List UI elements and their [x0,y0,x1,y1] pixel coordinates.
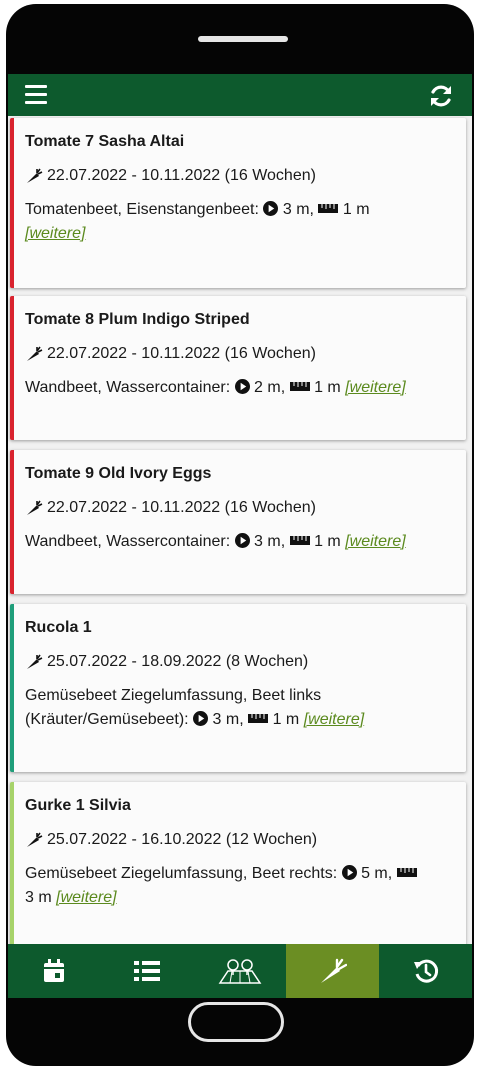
card-title: Tomate 9 Old Ivory Eggs [25,465,212,482]
plant-distance: 3 m [25,889,52,906]
hamburger-menu-icon[interactable] [25,85,47,105]
row-distance-icon [263,201,279,216]
carrot-icon [27,346,43,361]
map-icon [218,959,262,984]
ruler-icon [289,382,310,391]
row-distance-icon [341,865,357,880]
calendar-icon [44,959,65,982]
row-distance: 3 m, [254,533,286,550]
history-icon [413,959,438,983]
ruler-icon [318,204,339,213]
home-button[interactable] [188,1002,284,1042]
more-link[interactable]: [weitere] [56,889,116,906]
card-title: Rucola 1 [25,619,92,636]
card-dates: 22.07.2022 - 10.11.2022 (16 Wochen) [47,167,316,184]
card-location: Tomatenbeet, Eisenstangenbeet: [25,201,259,218]
ruler-icon [289,536,310,545]
nav-map[interactable] [194,944,287,998]
card-location: Wandbeet, Wassercontainer: [25,379,231,396]
carrot-icon [320,958,347,983]
card-dates: 22.07.2022 - 10.11.2022 (16 Wochen) [47,499,316,516]
list-item[interactable]: Gurke 1 Silvia 25.07.2022 - 16.10.2022 (… [10,782,466,944]
card-title: Tomate 7 Sasha Altai [25,133,185,150]
list-item[interactable]: Tomate 7 Sasha Altai 22.07.2022 - 10.11.… [10,118,466,288]
plant-distance: 1 m [272,711,300,728]
more-link[interactable]: [weitere] [25,225,85,242]
app-screen: Tomate 7 Sasha Altai 22.07.2022 - 10.11.… [8,74,472,998]
carrot-icon [27,168,43,183]
planting-list: Tomate 7 Sasha Altai 22.07.2022 - 10.11.… [8,116,472,944]
more-link[interactable]: [weitere] [304,711,364,728]
phone-frame: Tomate 7 Sasha Altai 22.07.2022 - 10.11.… [6,4,474,1066]
ruler-icon [396,868,417,877]
list-item[interactable]: Tomate 8 Plum Indigo Striped 22.07.2022 … [10,296,466,440]
more-link[interactable]: [weitere] [345,533,405,550]
card-location: Gemüsebeet Ziegelumfassung, Beet rechts: [25,865,338,882]
card-title: Tomate 8 Plum Indigo Striped [25,311,250,328]
card-dates: 22.07.2022 - 10.11.2022 (16 Wochen) [47,345,316,362]
plant-distance: 1 m [314,533,341,550]
list-item[interactable]: Tomate 9 Old Ivory Eggs 22.07.2022 - 10.… [10,450,466,594]
nav-list[interactable] [101,944,194,998]
top-app-bar [8,74,472,116]
row-distance-icon [234,533,250,548]
list-icon [134,961,161,981]
bottom-navigation [8,944,472,998]
plant-distance: 1 m [342,201,370,218]
nav-history[interactable] [379,944,472,998]
ruler-icon [248,714,269,723]
carrot-icon [27,832,43,847]
nav-plants[interactable] [286,944,380,998]
card-dates: 25.07.2022 - 18.09.2022 (8 Wochen) [47,653,309,670]
carrot-icon [27,500,43,515]
card-dates: 25.07.2022 - 16.10.2022 (12 Wochen) [47,831,318,848]
row-distance-icon [234,379,250,394]
sync-icon[interactable] [428,83,454,109]
more-link[interactable]: [weitere] [345,379,405,396]
nav-calendar[interactable] [8,944,101,998]
carrot-icon [27,654,43,669]
row-distance: 3 m, [282,201,314,218]
phone-speaker [198,36,288,42]
card-location: Wandbeet, Wassercontainer: [25,533,231,550]
card-location: Gemüsebeet Ziegelumfassung, Beet links [25,687,322,704]
row-distance-icon [193,711,209,726]
row-distance: 5 m, [361,865,393,882]
list-item[interactable]: Rucola 1 25.07.2022 - 18.09.2022 (8 Woch… [10,604,466,772]
card-location-cont: (Kräuter/Gemüsebeet): [25,711,189,728]
row-distance: 3 m, [212,711,244,728]
card-title: Gurke 1 Silvia [25,797,131,814]
plant-distance: 1 m [314,379,341,396]
row-distance: 2 m, [254,379,286,396]
